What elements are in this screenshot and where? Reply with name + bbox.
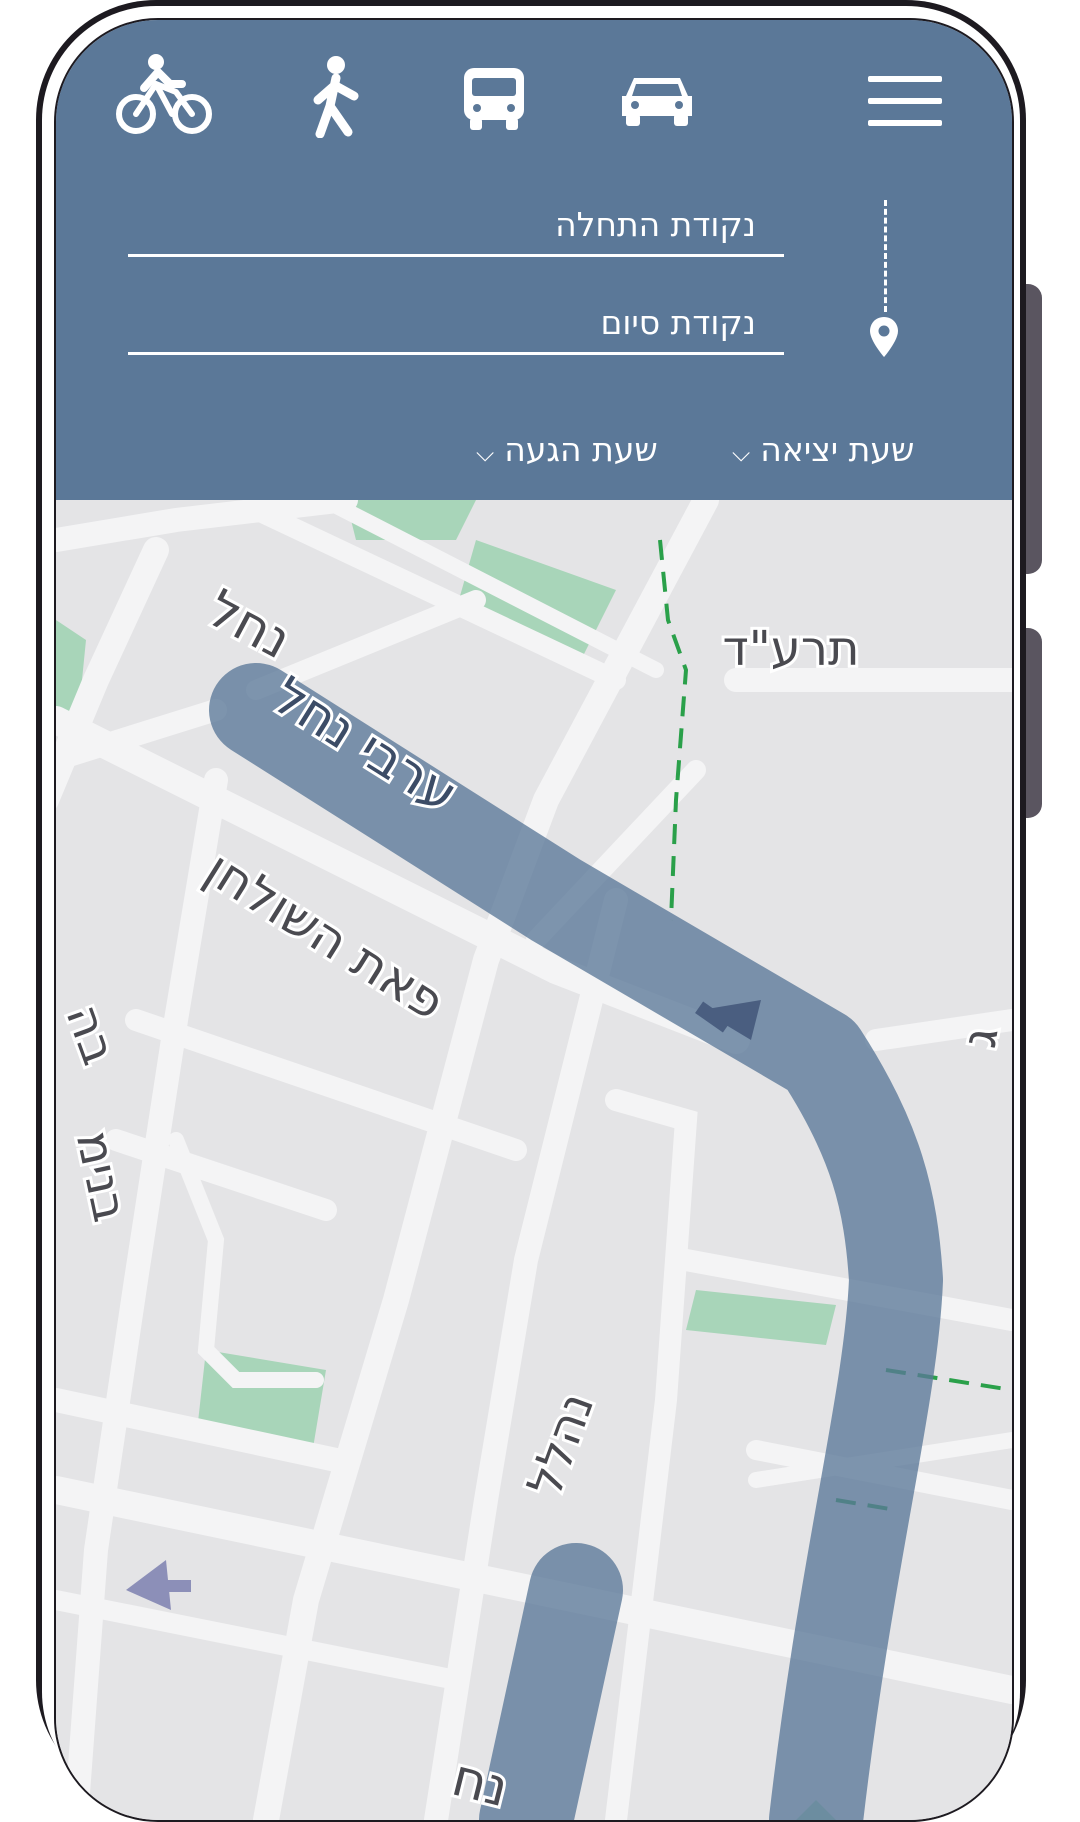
bike-icon[interactable] [116, 54, 212, 138]
arrival-time-label: שעת הגעה [504, 430, 658, 469]
phone-screen: נחל ערבי נחל תרע"ד פאת השולחן בה נהלל בנ… [54, 18, 1014, 1822]
end-point-placeholder: נקודת סיום [600, 303, 757, 342]
route-start-cap [479, 1543, 623, 1820]
walk-icon[interactable] [308, 56, 364, 138]
chevron-down-icon: ⌵ [732, 439, 751, 467]
start-point-placeholder: נקודת התחלה [555, 205, 756, 244]
car-icon[interactable] [620, 74, 694, 128]
location-pin-icon [870, 317, 898, 357]
street-label: תרע"ד [723, 621, 860, 677]
bus-icon[interactable] [462, 66, 526, 132]
route-map[interactable]: נחל ערבי נחל תרע"ד פאת השולחן בה נהלל בנ… [56, 500, 1012, 1820]
chevron-down-icon: ⌵ [476, 439, 495, 467]
hamburger-menu-icon[interactable] [868, 76, 944, 132]
end-point-input[interactable]: נקודת סיום [128, 290, 784, 355]
departure-time-dropdown[interactable]: שעת יציאה ⌵ [732, 430, 914, 469]
route-planner-header: נקודת התחלה נקודת סיום שעת יציאה ⌵ שעת הג… [56, 20, 1012, 500]
start-point-input[interactable]: נקודת התחלה [128, 192, 784, 257]
route-connector-line [884, 200, 887, 312]
arrival-time-dropdown[interactable]: שעת הגעה ⌵ [476, 430, 658, 469]
departure-time-label: שעת יציאה [760, 430, 915, 469]
